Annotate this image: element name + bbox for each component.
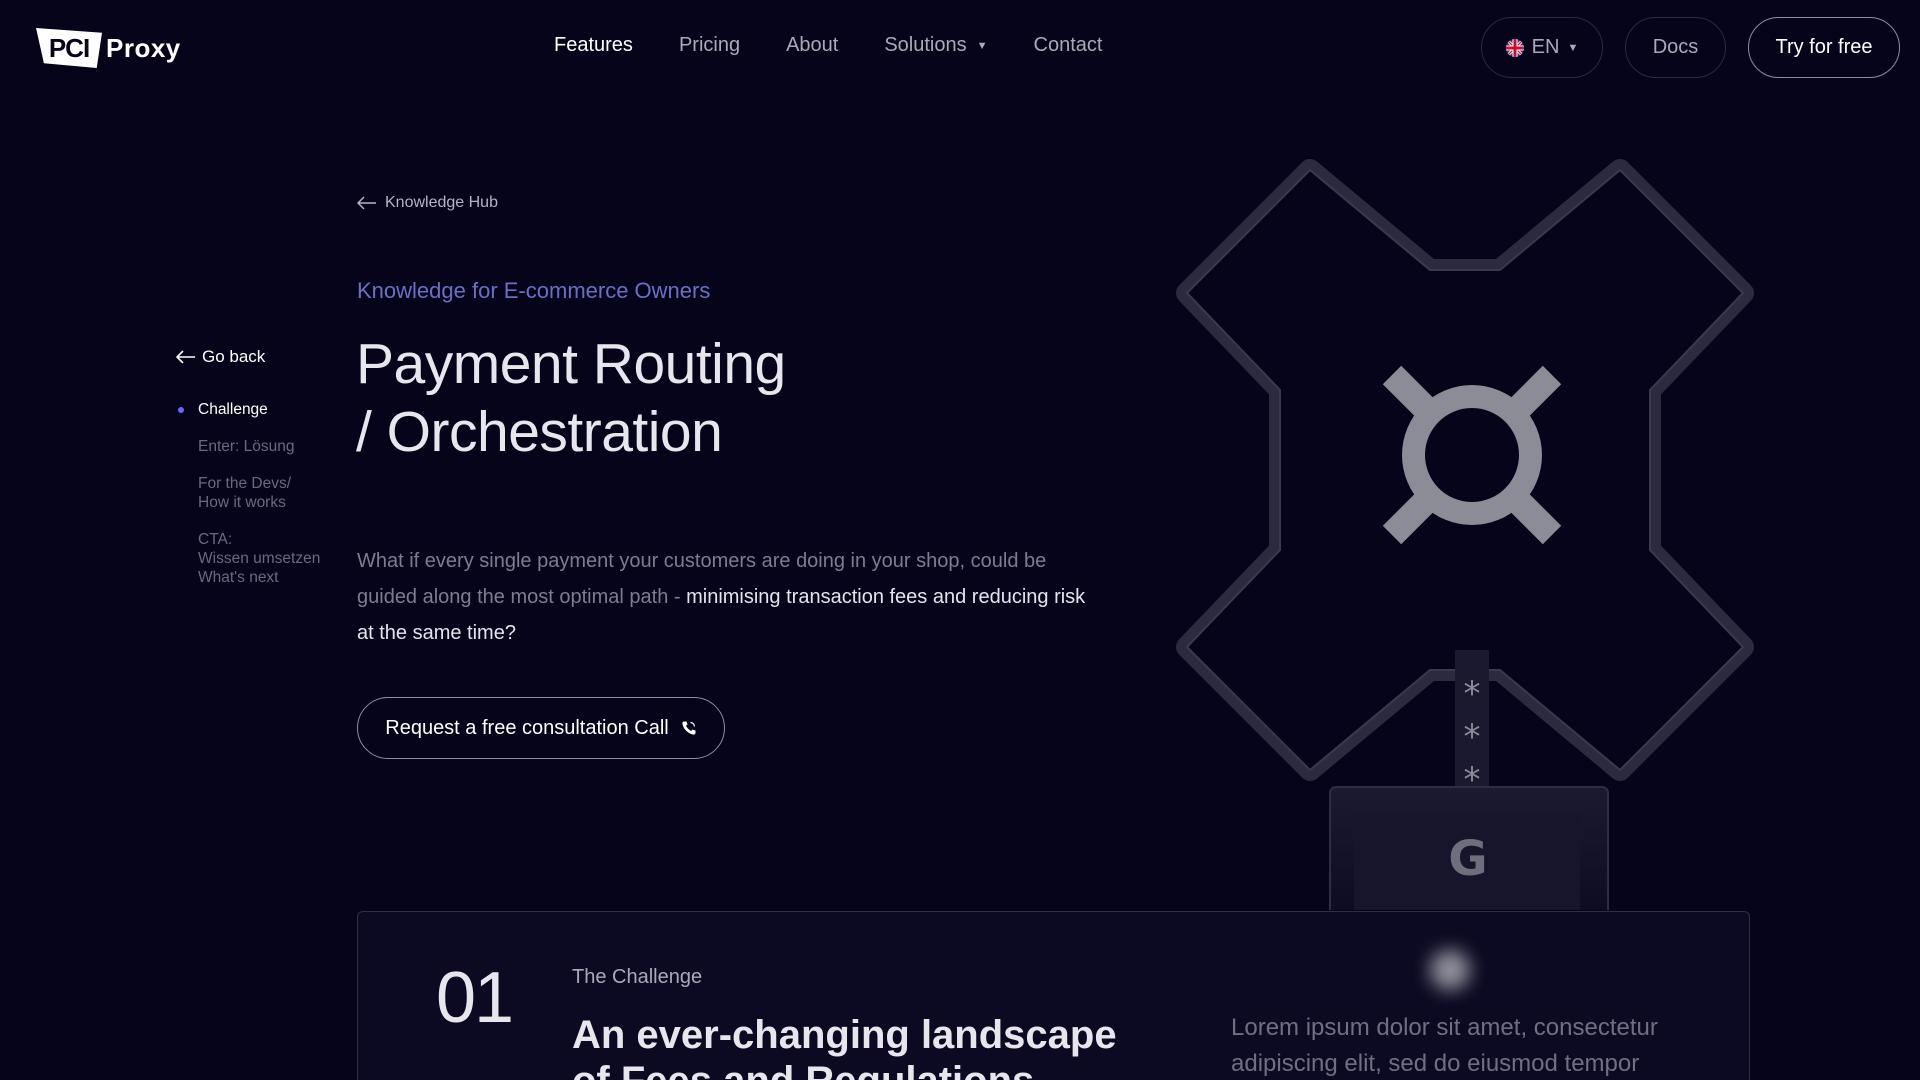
lead-paragraph: What if every single payment your custom… (357, 543, 1097, 651)
glow-dot (1430, 950, 1470, 990)
toc-item-devs[interactable]: For the Devs/ How it works (178, 474, 358, 512)
table-of-contents: Challenge Enter: Lösung For the Devs/ Ho… (178, 400, 358, 605)
request-consultation-button[interactable]: Request a free consultation Call (357, 697, 725, 759)
toc-item-loesung[interactable]: Enter: Lösung (178, 437, 358, 456)
title-line-2: / Orchestration (356, 400, 723, 464)
breadcrumb-knowledge-hub[interactable]: Knowledge Hub (357, 194, 498, 212)
section-eyebrow: The Challenge (572, 966, 703, 988)
nav-pricing[interactable]: Pricing (679, 34, 740, 57)
phone-icon (682, 721, 696, 735)
main-nav: Features Pricing About Solutions ▼ Conta… (554, 34, 1102, 57)
uk-flag-icon (1505, 38, 1524, 57)
language-label: EN (1531, 36, 1560, 58)
page-title: Payment Routing / Orchestration (356, 330, 856, 466)
nav-about[interactable]: About (786, 34, 838, 57)
section-title: An ever-changing landscape of Fees and R… (572, 1013, 1117, 1080)
page-eyebrow: Knowledge for E-commerce Owners (357, 278, 711, 303)
asterisk-1: * (1464, 674, 1481, 714)
go-back-label: Go back (202, 347, 266, 366)
toc-item-challenge[interactable]: Challenge (178, 400, 358, 419)
breadcrumb-label: Knowledge Hub (385, 194, 498, 211)
pci-proxy-logo[interactable]: PCI Proxy (36, 26, 181, 70)
nav-contact[interactable]: Contact (1034, 34, 1103, 57)
nav-solutions[interactable]: Solutions ▼ (884, 34, 987, 57)
logo-badge: PCI (36, 28, 102, 68)
toc-item-cta[interactable]: CTA: Wissen umsetzen What's next (178, 530, 358, 587)
section-text: Lorem ipsum dolor sit amet, consectetur … (1231, 1014, 1658, 1077)
section-number: 01 (436, 958, 514, 1038)
asterisk-2: * (1464, 717, 1481, 757)
chevron-down-icon: ▼ (976, 39, 988, 52)
header-actions: EN ▼ Docs Try for free (1481, 17, 1900, 78)
arrow-left-icon (357, 196, 376, 210)
nav-solutions-label: Solutions (884, 34, 967, 56)
title-line-1: Payment Routing (356, 332, 786, 396)
nav-features[interactable]: Features (554, 34, 633, 57)
language-selector[interactable]: EN ▼ (1481, 17, 1603, 78)
go-back-link[interactable]: Go back (176, 347, 265, 367)
try-for-free-button[interactable]: Try for free (1748, 17, 1900, 78)
arrow-left-icon (176, 350, 195, 364)
cta-label: Request a free consultation Call (385, 716, 669, 739)
challenge-card: 01 The Challenge An ever-changing landsc… (357, 911, 1750, 1080)
currency-symbol-icon (1382, 365, 1562, 545)
docs-button[interactable]: Docs (1625, 17, 1726, 78)
google-g-icon: G (1448, 831, 1487, 887)
payment-routing-illustration: * * * G (1176, 159, 1754, 910)
logo-text: Proxy (106, 32, 181, 63)
chevron-down-icon: ▼ (1567, 41, 1579, 54)
